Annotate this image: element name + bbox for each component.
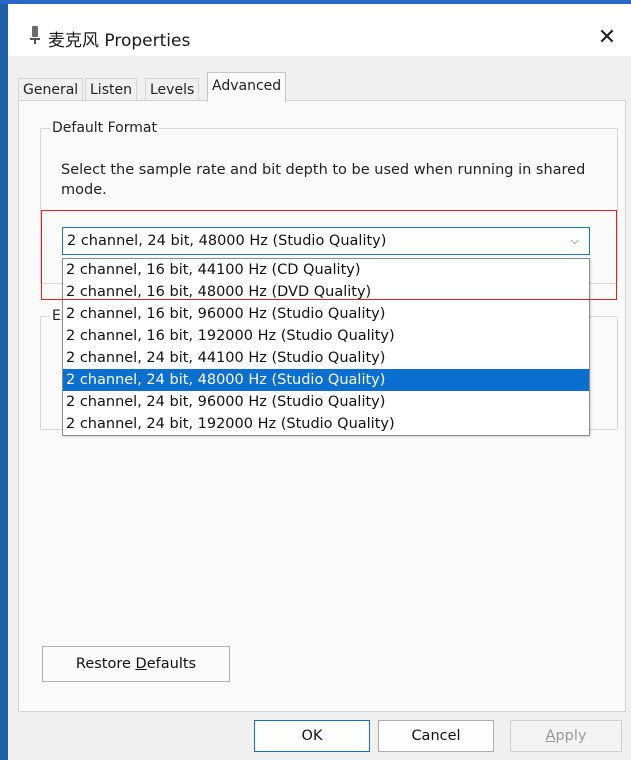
apply-button[interactable]: Apply [510, 720, 622, 752]
chevron-down-icon: ⌵ [570, 234, 579, 247]
format-option[interactable]: 2 channel, 16 bit, 44100 Hz (CD Quality) [63, 259, 589, 281]
window-accent-left [0, 4, 8, 760]
properties-dialog: 麦克风 Properties ✕ General Listen Levels A… [8, 4, 631, 760]
restore-defaults-button[interactable]: Restore Defaults [42, 646, 230, 682]
format-option[interactable]: 2 channel, 24 bit, 192000 Hz (Studio Qua… [63, 413, 589, 435]
format-option[interactable]: 2 channel, 24 bit, 44100 Hz (Studio Qual… [63, 347, 589, 369]
restore-defaults-mnemonic: D [135, 656, 147, 672]
tab-listen[interactable]: Listen [85, 78, 137, 101]
default-format-select[interactable]: 2 channel, 24 bit, 48000 Hz (Studio Qual… [62, 227, 590, 255]
window-title: 麦克风 Properties [48, 31, 191, 51]
dialog-button-bar: OK Cancel Apply [8, 720, 631, 760]
close-button[interactable]: ✕ [590, 20, 624, 54]
restore-defaults-label-prefix: Restore [75, 656, 136, 672]
apply-mnemonic: A [545, 728, 556, 744]
format-option[interactable]: 2 channel, 24 bit, 96000 Hz (Studio Qual… [63, 391, 589, 413]
tab-general[interactable]: General [18, 78, 84, 101]
close-icon: ✕ [597, 24, 617, 50]
microphone-icon [30, 26, 40, 44]
default-format-description: Select the sample rate and bit depth to … [61, 162, 586, 198]
format-option-selected[interactable]: 2 channel, 24 bit, 48000 Hz (Studio Qual… [63, 369, 589, 391]
default-format-legend: Default Format [50, 120, 159, 136]
cancel-button[interactable]: Cancel [378, 720, 494, 752]
format-option[interactable]: 2 channel, 16 bit, 48000 Hz (DVD Quality… [63, 281, 589, 303]
format-option[interactable]: 2 channel, 16 bit, 192000 Hz (Studio Qua… [63, 325, 589, 347]
tab-advanced[interactable]: Advanced [207, 72, 287, 102]
default-format-dropdown-list: 2 channel, 16 bit, 44100 Hz (CD Quality)… [62, 258, 590, 436]
apply-label-rest: pply [555, 728, 587, 744]
restore-defaults-label-suffix: efaults [146, 656, 197, 672]
default-format-selected-value: 2 channel, 24 bit, 48000 Hz (Studio Qual… [67, 233, 387, 249]
format-option[interactable]: 2 channel, 16 bit, 96000 Hz (Studio Qual… [63, 303, 589, 325]
ok-button[interactable]: OK [254, 720, 370, 752]
title-bar: 麦克风 Properties ✕ [8, 4, 631, 56]
tab-levels[interactable]: Levels [145, 78, 200, 101]
